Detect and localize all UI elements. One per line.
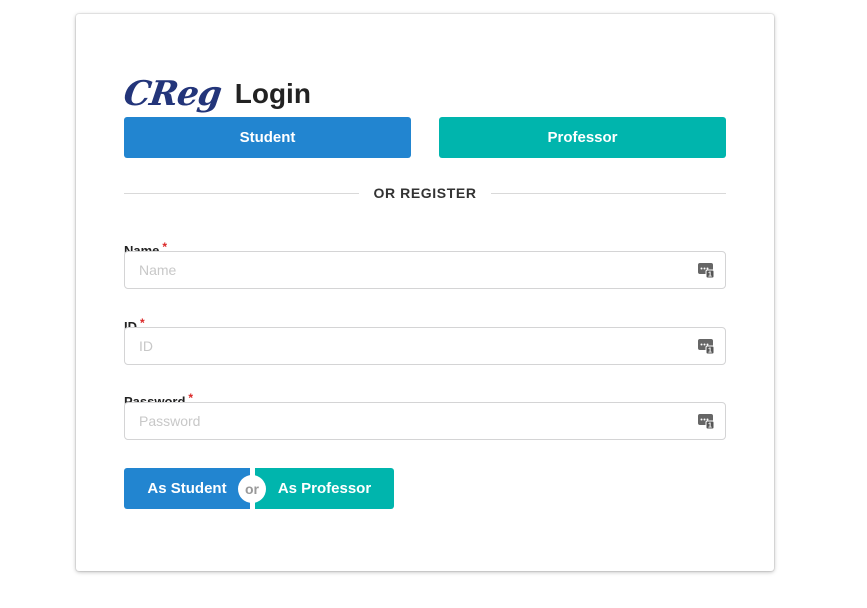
- student-login-button[interactable]: Student: [124, 117, 411, 158]
- professor-login-button[interactable]: Professor: [439, 117, 726, 158]
- creg-logo: CReg: [121, 74, 224, 114]
- password-manager-icon[interactable]: 1: [698, 338, 714, 354]
- password-manager-icon[interactable]: 1: [698, 413, 714, 429]
- register-button-group: As Student As Professor or: [124, 468, 394, 509]
- password-input[interactable]: [124, 402, 726, 440]
- divider-line-left: [124, 192, 360, 194]
- svg-text:1: 1: [708, 423, 712, 430]
- page-header: CReg Login: [121, 70, 311, 118]
- password-field-wrapper: 1: [124, 402, 726, 440]
- password-manager-icon[interactable]: 1: [698, 262, 714, 278]
- or-register-divider: OR REGISTER: [124, 184, 726, 202]
- divider-line-right: [490, 192, 726, 194]
- register-as-student-button[interactable]: As Student: [124, 468, 250, 509]
- name-field-wrapper: 1: [124, 251, 726, 289]
- id-field-wrapper: 1: [124, 327, 726, 365]
- or-separator-badge: or: [238, 475, 266, 503]
- svg-text:1: 1: [708, 348, 712, 355]
- name-input[interactable]: [124, 251, 726, 289]
- divider-text: OR REGISTER: [373, 185, 477, 201]
- id-input[interactable]: [124, 327, 726, 365]
- svg-text:1: 1: [708, 272, 712, 279]
- login-card: CReg Login Student Professor OR REGISTER…: [76, 14, 774, 571]
- register-as-professor-button[interactable]: As Professor: [255, 468, 394, 509]
- page-title: Login: [234, 78, 311, 109]
